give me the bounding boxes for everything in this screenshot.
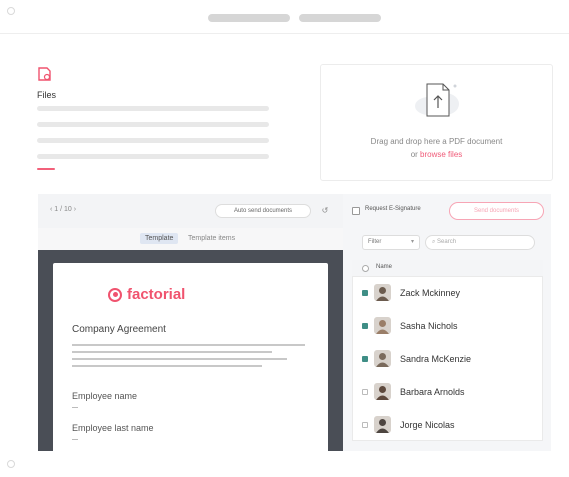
column-name-header: Name	[376, 264, 393, 270]
employee-name-field[interactable]: Employee name	[72, 391, 137, 401]
factorial-logo-icon	[108, 287, 122, 302]
tab-template[interactable]: Template	[140, 233, 179, 244]
avatar	[374, 317, 391, 334]
dropzone-or: or	[410, 150, 418, 159]
upload-document-icon	[407, 78, 467, 122]
files-icon	[37, 66, 53, 82]
bottom-left-dot	[7, 460, 15, 468]
brand-name: factorial	[127, 286, 186, 303]
pager-label: 1 / 10	[54, 206, 72, 213]
avatar	[374, 383, 391, 400]
files-skeleton-line	[37, 154, 269, 159]
signer-name: Barbara Arnolds	[400, 387, 465, 397]
document-heading: Company Agreement	[72, 324, 166, 335]
files-skeleton-line	[37, 122, 269, 127]
signer-checkbox[interactable]	[362, 290, 368, 296]
send-documents-button[interactable]: Send documents	[449, 202, 544, 220]
signer-name: Sandra McKenzie	[400, 354, 472, 364]
dropzone-instruction: Drag and drop here a PDF document	[370, 137, 503, 146]
avatar	[374, 284, 391, 301]
filter-select[interactable]: Filter ▾	[362, 235, 420, 250]
field-placeholder	[72, 439, 78, 440]
signer-name: Sasha Nichols	[400, 321, 458, 331]
signer-checkbox[interactable]	[362, 389, 368, 395]
files-skeleton-line	[37, 106, 269, 111]
auto-send-button[interactable]: Auto send documents	[215, 204, 311, 218]
signer-name: Jorge Nicolas	[400, 420, 455, 430]
signer-checkbox[interactable]	[362, 422, 368, 428]
signer-row[interactable]: Barbara Arnolds	[352, 377, 543, 407]
signer-checkbox[interactable]	[362, 356, 368, 362]
select-all-toggle[interactable]	[362, 265, 369, 272]
files-accent-underline	[37, 168, 55, 170]
filter-label: Filter	[368, 239, 382, 245]
avatar	[374, 416, 391, 433]
browse-files-link[interactable]: browse files	[420, 150, 462, 159]
field-placeholder	[72, 407, 78, 408]
factorial-logo: factorial	[108, 286, 185, 303]
request-esignature-checkbox[interactable]	[352, 207, 360, 215]
top-nav-placeholder-1	[208, 14, 290, 22]
undo-icon[interactable]: ↺	[318, 204, 332, 218]
top-left-dot	[7, 7, 15, 15]
request-esignature-label: Request E-Signature	[365, 206, 421, 212]
employee-last-name-field[interactable]: Employee last name	[72, 423, 154, 433]
files-title: Files	[37, 90, 57, 100]
signer-row[interactable]: Sasha Nichols	[352, 311, 543, 341]
avatar	[374, 350, 391, 367]
dropzone-text: Drag and drop here a PDF document or bro…	[320, 135, 553, 161]
signer-checkbox[interactable]	[362, 323, 368, 329]
document-text-line	[72, 358, 287, 360]
chevron-down-icon: ▾	[410, 239, 414, 245]
pager-next-icon[interactable]: ›	[74, 206, 76, 213]
signer-name: Zack Mckinney	[400, 288, 461, 298]
search-placeholder: Search	[437, 239, 457, 245]
document-text-line	[72, 344, 305, 346]
document-text-line	[72, 365, 262, 367]
signer-row[interactable]: Jorge Nicolas	[352, 410, 543, 440]
tab-template-items[interactable]: Template items	[188, 235, 235, 242]
pager-prev-icon[interactable]: ‹	[50, 206, 52, 213]
signer-row[interactable]: Zack Mckinney	[352, 278, 543, 308]
document-text-line	[72, 351, 272, 353]
signer-row[interactable]: Sandra McKenzie	[352, 344, 543, 374]
page-pager[interactable]: ‹ 1 / 10 ›	[50, 206, 76, 213]
topbar-divider	[0, 33, 569, 34]
files-skeleton-line	[37, 138, 269, 143]
search-input[interactable]: ⌕ Search	[425, 235, 535, 250]
top-nav-placeholder-2	[299, 14, 381, 22]
